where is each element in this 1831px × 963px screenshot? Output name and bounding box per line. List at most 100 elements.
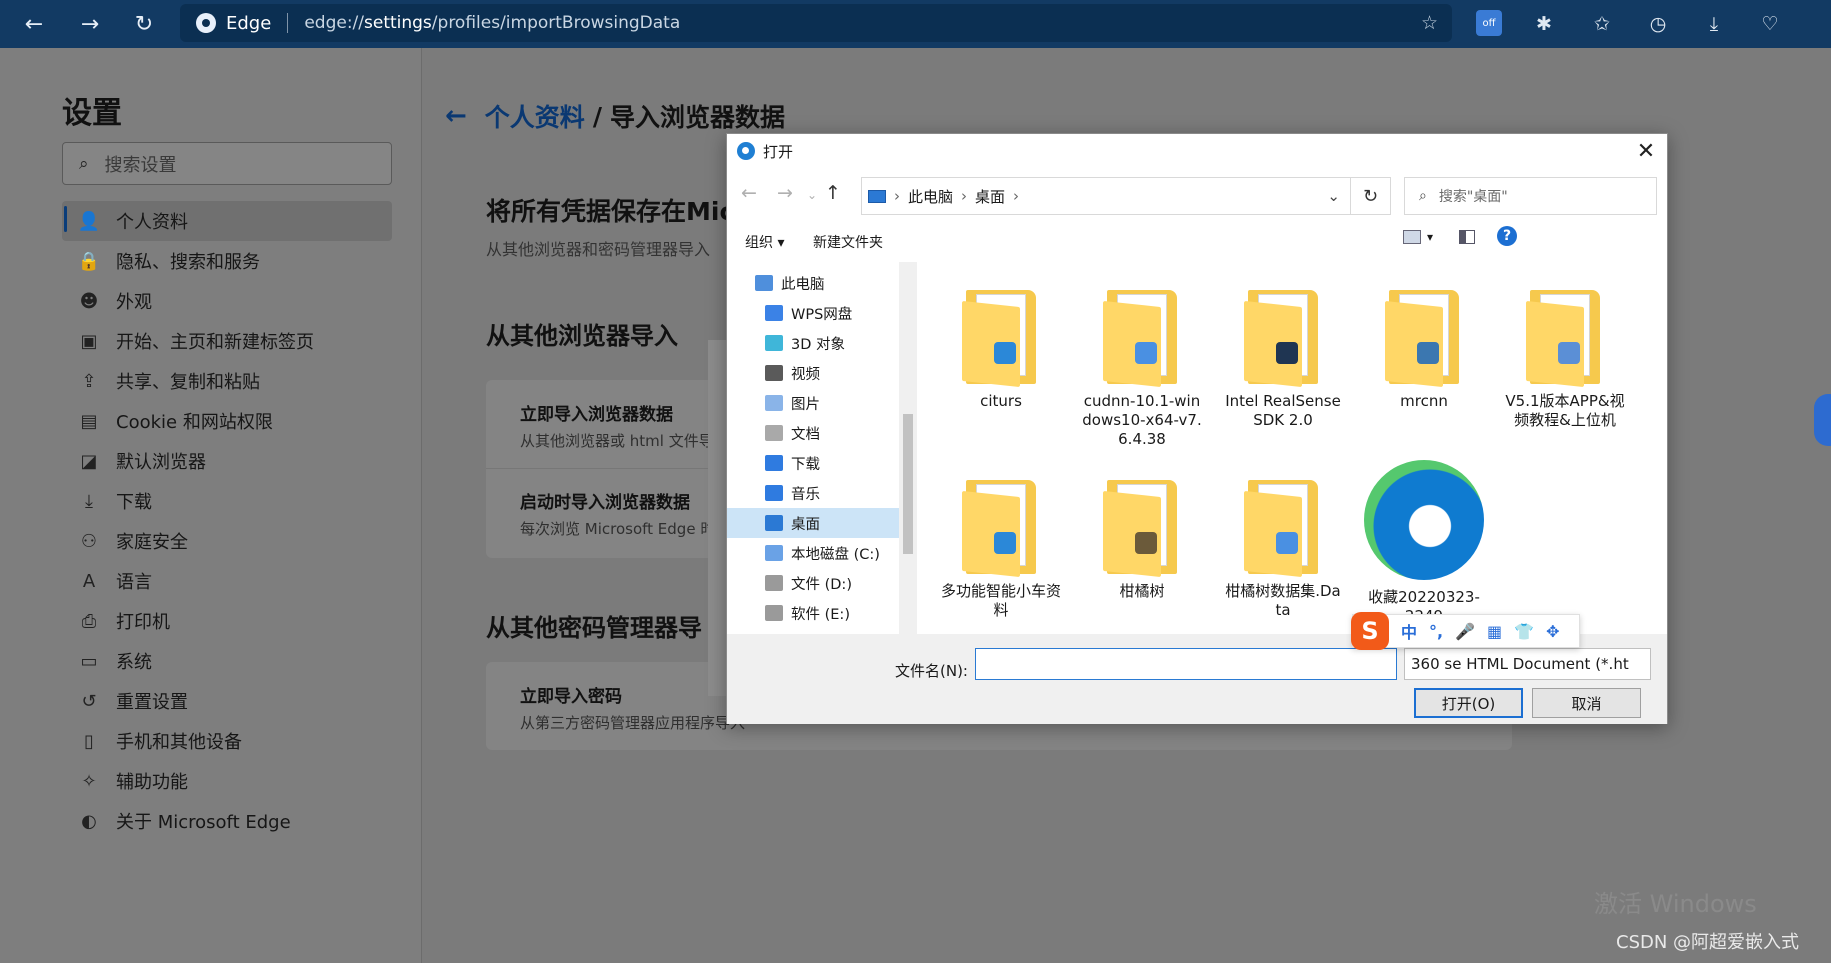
breadcrumb-profile-link[interactable]: 个人资料 <box>485 98 585 134</box>
ime-punctuation-icon[interactable]: °, <box>1429 622 1443 641</box>
dialog-titlebar: 打开 <box>727 134 1667 168</box>
ime-voice-icon[interactable]: 🎤 <box>1455 622 1475 641</box>
sidebar-item[interactable]: ⤓ 下载 <box>62 481 392 521</box>
tree-item[interactable]: 视频 <box>727 358 899 388</box>
dialog-search-input[interactable]: ⌕ 搜索"桌面" <box>1404 177 1657 215</box>
tree-item[interactable]: 本地磁盘 (C:) <box>727 538 899 568</box>
file-item[interactable]: mrcnn <box>1364 284 1484 411</box>
sidebar-item[interactable]: ▤ Cookie 和网站权限 <box>62 401 392 441</box>
phone-icon: ▯ <box>84 730 94 752</box>
back-icon[interactable]: ← <box>18 8 50 40</box>
file-item[interactable]: 柑橘树数据集.Data <box>1223 474 1343 620</box>
favorites-icon[interactable]: ✩ <box>1588 10 1616 38</box>
ime-keyboard-icon[interactable]: ▦ <box>1487 622 1502 641</box>
sidebar-item[interactable]: ↺ 重置设置 <box>62 681 392 721</box>
sidebar-item[interactable]: ☻ 外观 <box>62 281 392 321</box>
recent-chevron-icon[interactable]: ⌄ <box>807 188 817 202</box>
up-icon[interactable]: ↑ <box>825 182 841 204</box>
ime-skin-icon[interactable]: 👕 <box>1514 622 1534 641</box>
dialog-toolbar: 组织 ▾ 新建文件夹 ▾ ? <box>727 224 1667 260</box>
history-icon[interactable]: ◷ <box>1644 10 1672 38</box>
file-item-label: cudnn-10.1-windows10-x64-v7.6.4.38 <box>1082 392 1202 448</box>
tree-item[interactable]: 软件 (E:) <box>727 598 899 628</box>
cancel-button[interactable]: 取消 <box>1532 688 1641 718</box>
tree-item[interactable]: 图片 <box>727 388 899 418</box>
extensions-icon[interactable]: ✱ <box>1530 10 1558 38</box>
sidebar-item[interactable]: ▣ 开始、主页和新建标签页 <box>62 321 392 361</box>
favorites-add-icon[interactable]: ☆ <box>1421 12 1438 34</box>
sidebar-item[interactable]: 👤 个人资料 <box>62 201 392 241</box>
file-item[interactable]: citurs <box>941 284 1061 411</box>
tracking-off-icon[interactable]: off <box>1476 10 1502 36</box>
sidebar-item[interactable]: ✧ 辅助功能 <box>62 761 392 801</box>
file-item[interactable]: V5.1版本APP&视频教程&上位机 <box>1505 284 1625 430</box>
path-dropdown-icon[interactable]: ⌄ <box>1327 187 1340 205</box>
sidebar-item[interactable]: A 语言 <box>62 561 392 601</box>
sidebar-item[interactable]: ▭ 系统 <box>62 641 392 681</box>
active-indicator <box>64 206 67 232</box>
file-item[interactable]: 柑橘树 <box>1082 474 1202 601</box>
palette-icon: ☻ <box>79 290 99 312</box>
accessibility-icon: ✧ <box>81 770 97 792</box>
downloads-icon[interactable]: ⤓ <box>1700 10 1728 38</box>
tree-item[interactable]: WPS网盘 <box>727 298 899 328</box>
forward-icon[interactable]: → <box>777 182 793 204</box>
sidebar-item[interactable]: ◪ 默认浏览器 <box>62 441 392 481</box>
browser-essentials-icon[interactable]: ♡ <box>1756 10 1784 38</box>
tree-item[interactable]: 3D 对象 <box>727 328 899 358</box>
import-on-start-title[interactable]: 启动时导入浏览器数据 <box>520 488 690 513</box>
ime-chinese-mode[interactable]: 中 <box>1401 619 1417 643</box>
settings-search-input[interactable]: ⌕ 搜索设置 <box>62 142 392 185</box>
address-bar[interactable]: Edge edge://settings/profiles/importBrow… <box>180 4 1452 42</box>
view-chevron-icon[interactable]: ▾ <box>1427 230 1433 244</box>
forward-icon[interactable]: → <box>74 8 106 40</box>
file-item[interactable]: Intel RealSense SDK 2.0 <box>1223 284 1343 430</box>
tree-item[interactable]: 桌面 <box>727 508 899 538</box>
path-bar[interactable]: › 此电脑 › 桌面 › ⌄ <box>861 177 1351 215</box>
tree-item[interactable]: 文档 <box>727 418 899 448</box>
organize-menu[interactable]: 组织 ▾ <box>745 232 784 252</box>
close-icon[interactable]: ✕ <box>1633 138 1659 164</box>
import-passwords-title[interactable]: 立即导入密码 <box>520 682 622 707</box>
back-icon[interactable]: ← <box>741 182 757 204</box>
sidebar-item[interactable]: 🔒 隐私、搜索和服务 <box>62 241 392 281</box>
help-icon[interactable]: ? <box>1497 226 1517 246</box>
folder-icon <box>962 284 1040 388</box>
path-segment-pc[interactable]: 此电脑 <box>908 186 953 207</box>
open-button[interactable]: 打开(O) <box>1414 688 1523 718</box>
address-separator <box>287 13 289 33</box>
file-item[interactable]: 多功能智能小车资料 <box>941 474 1061 620</box>
default-browser-icon: ◪ <box>80 450 98 472</box>
tree-item[interactable]: 音乐 <box>727 478 899 508</box>
tree-item[interactable]: 此电脑 <box>727 268 899 298</box>
file-item[interactable]: 收藏20220323-2249 <box>1364 460 1484 626</box>
ime-toolbox-icon[interactable]: ✥ <box>1546 622 1559 641</box>
import-now-title[interactable]: 立即导入浏览器数据 <box>520 400 673 425</box>
sidebar-item[interactable]: ▯ 手机和其他设备 <box>62 721 392 761</box>
side-widget-icon[interactable] <box>1814 394 1831 446</box>
sidebar-item[interactable]: ⇪ 共享、复制和粘贴 <box>62 361 392 401</box>
import-now-desc: 从其他浏览器或 html 文件导入 <box>520 432 729 450</box>
sidebar-item[interactable]: ⎙ 打印机 <box>62 601 392 641</box>
refresh-icon[interactable]: ↻ <box>128 8 160 40</box>
filename-input[interactable] <box>975 648 1397 680</box>
path-segment-desktop[interactable]: 桌面 <box>975 186 1005 207</box>
tree-item[interactable]: 文件 (D:) <box>727 568 899 598</box>
new-folder-button[interactable]: 新建文件夹 <box>813 232 883 252</box>
tree-scrollbar[interactable] <box>899 262 917 634</box>
filetype-select[interactable]: 360 se HTML Document (*.ht <box>1404 648 1651 680</box>
back-arrow-icon[interactable]: ← <box>445 101 467 131</box>
view-options-icon[interactable] <box>1403 230 1421 244</box>
folder-icon <box>1103 284 1181 388</box>
file-item[interactable]: cudnn-10.1-windows10-x64-v7.6.4.38 <box>1082 284 1202 449</box>
tree-item[interactable]: 下载 <box>727 448 899 478</box>
tree-scroll-thumb[interactable] <box>903 414 913 554</box>
sidebar-item[interactable]: ⚇ 家庭安全 <box>62 521 392 561</box>
refresh-icon[interactable]: ↻ <box>1351 177 1391 215</box>
sidebar-item[interactable]: ◐ 关于 Microsoft Edge <box>62 801 392 841</box>
preview-pane-icon[interactable] <box>1459 230 1475 244</box>
sidebar-item-label: 隐私、搜索和服务 <box>116 252 260 273</box>
tree-item-label: 图片 <box>791 396 820 413</box>
section-title-browsers: 从其他浏览器导入 <box>486 322 678 350</box>
sogou-logo-icon[interactable]: S <box>1351 612 1389 650</box>
